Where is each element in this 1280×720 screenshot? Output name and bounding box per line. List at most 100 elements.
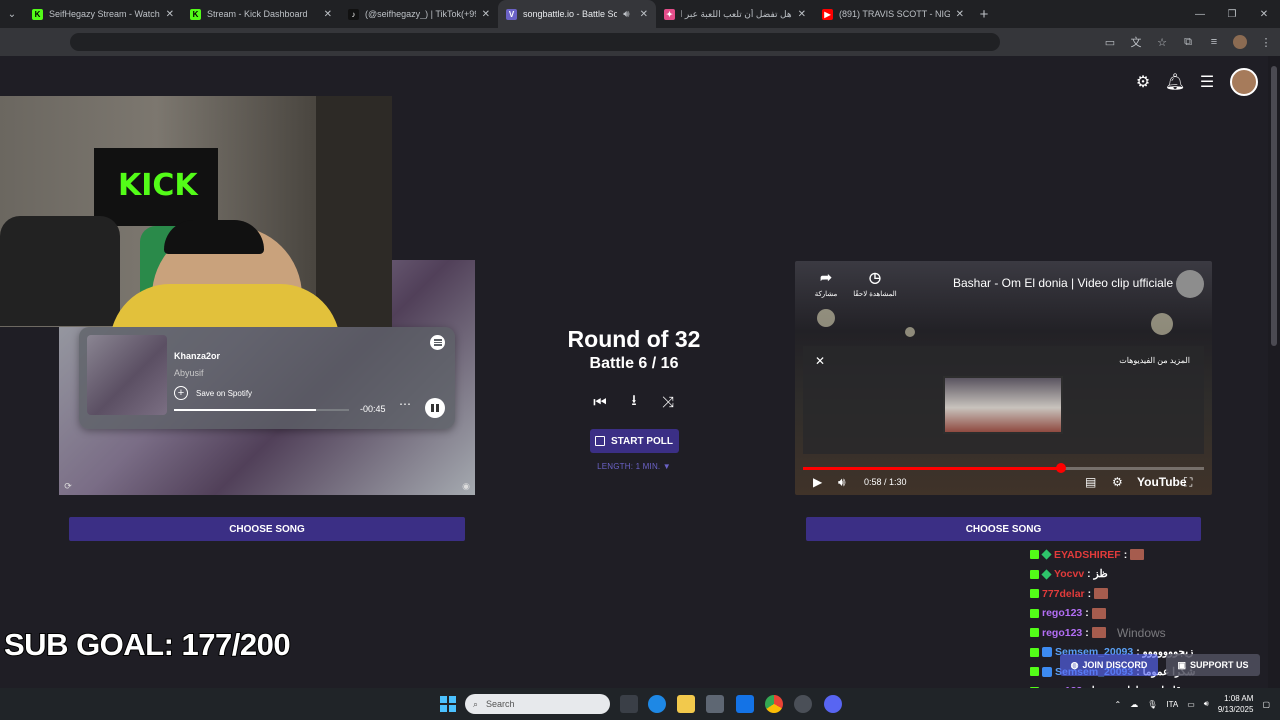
close-tab-icon[interactable]: ✕ <box>166 9 174 20</box>
close-icon[interactable]: ✕ <box>815 354 825 368</box>
video-progress[interactable] <box>803 463 1204 473</box>
refresh-icon[interactable]: ⟳ <box>63 481 73 491</box>
chevron-up-icon[interactable]: ⌃ <box>1115 700 1122 709</box>
youtube-logo[interactable]: YouTube <box>1137 475 1187 489</box>
chat-message: EYADSHIREF: <box>1030 545 1270 565</box>
restore-icon[interactable]: ❐ <box>1216 0 1248 28</box>
task-view-icon[interactable] <box>620 695 638 713</box>
eye-icon[interactable]: ◉ <box>461 481 471 491</box>
outlook-icon[interactable] <box>736 695 754 713</box>
volume-icon[interactable]: 🔊︎ <box>1204 699 1209 709</box>
shuffle-icon[interactable]: ⤨ <box>659 393 677 411</box>
close-tab-icon[interactable]: ✕ <box>482 9 490 20</box>
tab-search-icon[interactable]: ⌄ <box>0 0 24 28</box>
video-thumbnail[interactable] <box>943 376 1063 434</box>
kick-badge-icon <box>1030 569 1039 579</box>
join-discord-label: JOIN DISCORD <box>1082 660 1148 670</box>
network-icon[interactable]: ▭ <box>1187 700 1195 709</box>
song-artist[interactable]: Abyusif <box>174 368 204 378</box>
hamburger-menu-icon[interactable]: ☰ <box>1198 73 1216 91</box>
chat-username[interactable]: 777delar <box>1042 588 1085 600</box>
captions-icon[interactable]: ▤ <box>1085 475 1096 489</box>
close-tab-icon[interactable]: ✕ <box>798 9 806 20</box>
tab-title: Stream - Kick Dashboard <box>207 9 308 19</box>
download-icon[interactable]: ⭳ <box>625 392 643 411</box>
close-tab-icon[interactable]: ✕ <box>324 9 332 20</box>
address-bar[interactable] <box>70 33 1000 51</box>
browser-tab[interactable]: K SeifHegazy Stream - Watch Live ✕ <box>24 0 182 28</box>
chat-username[interactable]: rego123 <box>1042 607 1082 619</box>
save-on-spotify-button[interactable]: + Save on Spotify <box>174 386 252 400</box>
youtube-player[interactable]: ➦ مشاركة ◷ المشاهدة لاحقًا Bashar - Om El … <box>795 261 1212 495</box>
cloud-icon[interactable]: ☁ <box>1130 700 1138 709</box>
avatar[interactable] <box>1230 68 1258 96</box>
browser-tab-active[interactable]: V songbattle.io - Battle Song 🔊︎ ✕ <box>498 0 656 28</box>
chrome-icon[interactable] <box>765 695 783 713</box>
speaker-icon[interactable]: 🔊︎ <box>623 9 629 20</box>
browser-tab[interactable]: K Stream - Kick Dashboard ✕ <box>182 0 340 28</box>
chat-text: : <box>1085 607 1089 620</box>
browser-tab[interactable]: ♪ (@seifhegazy_) | TikTok(+99) ✕ <box>340 0 498 28</box>
settings-icon[interactable]: ⚙ <box>1112 475 1123 489</box>
language-indicator[interactable]: ITA <box>1166 700 1178 709</box>
video-title[interactable]: Bashar - Om El donia | Video clip uffici… <box>953 276 1173 290</box>
chat-username[interactable]: EYADSHIREF <box>1054 549 1121 561</box>
pause-button[interactable] <box>425 398 445 418</box>
play-icon[interactable]: ▶ <box>813 475 822 489</box>
mic-icon[interactable]: 🎙︎ <box>1147 700 1157 709</box>
bell-icon[interactable]: 🔔︎ <box>1165 73 1185 91</box>
share-button[interactable]: ➦ مشاركة <box>801 269 851 298</box>
discord-icon[interactable] <box>824 695 842 713</box>
minimize-icon[interactable]: — <box>1184 0 1216 28</box>
edge-icon[interactable] <box>648 695 666 713</box>
length-select[interactable]: LENGTH: 1 MIN. ▼ <box>520 462 748 471</box>
webcam-overlay: KICK <box>0 96 392 327</box>
site-icon: ✦ <box>664 8 675 20</box>
chat-username[interactable]: rego123 <box>1042 627 1082 639</box>
browser-tab[interactable]: ✦ هل تفضل أن تلعب اللعبة عبر الإ ✕ <box>656 0 814 28</box>
fullscreen-icon[interactable]: ⛶ <box>1184 475 1192 490</box>
save-label: Save on Spotify <box>196 388 253 398</box>
clock[interactable]: 1:08 AM 9/13/2025 <box>1218 693 1254 715</box>
chat-text: : <box>1085 626 1089 639</box>
page-scrollbar[interactable] <box>1268 56 1280 688</box>
watch-later-button[interactable]: ◷ المشاهدة لاحقًا <box>850 269 900 298</box>
spotify-logo-icon[interactable] <box>430 335 445 350</box>
volume-icon[interactable]: 🔊︎ <box>838 475 846 490</box>
notification-icon[interactable]: ▢ <box>1262 700 1270 709</box>
playback-progress[interactable] <box>174 409 349 411</box>
close-tab-icon[interactable]: ✕ <box>956 9 964 20</box>
gear-icon[interactable]: ⚙ <box>1134 73 1152 91</box>
new-tab-icon[interactable]: + <box>972 6 996 23</box>
clock-icon: ◷ <box>868 269 882 285</box>
browser-tab[interactable]: ▶ (891) TRAVIS SCOTT - NIGHTCR ✕ <box>814 0 972 28</box>
choose-song-left-button[interactable]: CHOOSE SONG <box>69 517 465 541</box>
cast-icon[interactable]: ▭ <box>1102 32 1118 52</box>
taskbar-search[interactable]: ⌕ Search <box>465 694 610 714</box>
extensions-icon[interactable]: ⧉ <box>1180 32 1196 52</box>
close-tab-icon[interactable]: ✕ <box>640 9 648 20</box>
profile-icon[interactable] <box>1232 32 1248 52</box>
menu-icon[interactable]: ⋮ <box>1258 32 1274 52</box>
channel-avatar[interactable] <box>1176 270 1204 298</box>
windows-start-icon[interactable] <box>440 696 456 712</box>
previous-icon[interactable]: ⏮ <box>591 393 609 411</box>
close-window-icon[interactable]: ✕ <box>1248 0 1280 28</box>
more-options-icon[interactable]: ⋯ <box>399 397 411 411</box>
kick-icon: K <box>32 8 43 20</box>
translate-icon[interactable]: 文 <box>1128 32 1144 52</box>
media-icon[interactable]: ≡ <box>1206 32 1222 52</box>
video-time: 0:58 / 1:30 <box>864 477 907 487</box>
bookmark-star-icon[interactable]: ☆ <box>1154 32 1170 52</box>
app-icon[interactable] <box>794 695 812 713</box>
choose-song-right-button[interactable]: CHOOSE SONG <box>806 517 1201 541</box>
video-progress-fill <box>803 463 1067 473</box>
store-icon[interactable] <box>706 695 724 713</box>
tab-title: songbattle.io - Battle Song <box>523 9 618 19</box>
browser-tab-strip: ⌄ K SeifHegazy Stream - Watch Live ✕ K S… <box>0 0 1280 28</box>
file-explorer-icon[interactable] <box>677 695 695 713</box>
start-poll-button[interactable]: START POLL <box>589 429 679 453</box>
chat-username[interactable]: Yocvv <box>1054 568 1084 580</box>
support-us-button[interactable]: ▣ SUPPORT US <box>1166 654 1260 676</box>
join-discord-button[interactable]: ◍ JOIN DISCORD <box>1060 654 1158 676</box>
